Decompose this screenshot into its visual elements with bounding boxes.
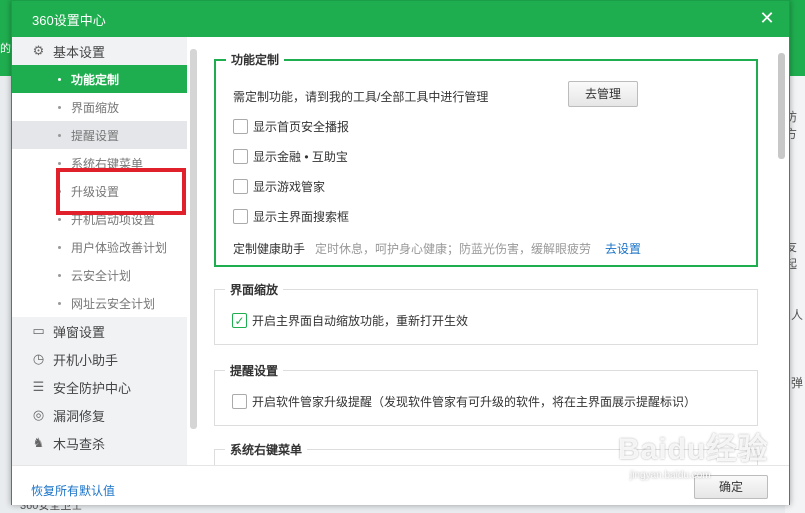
option-label: 显示游戏管家 — [253, 180, 326, 194]
sidebar-item-ux-plan[interactable]: 用户体验改善计划 — [12, 233, 187, 261]
health-row: 定制健康助手 定时休息，呵护身心健康；防蓝光伤害，缓解眼疲劳 去设置 — [233, 240, 641, 257]
func-desc: 需定制功能，请到我的工具/全部工具中进行管理 — [233, 88, 488, 105]
background-right-text: 弹 — [790, 376, 803, 390]
sidebar-item-label: 界面缩放 — [71, 100, 120, 115]
bullet-icon — [58, 217, 61, 221]
option-label: 开启主界面自动缩放功能，重新打开生效 — [252, 314, 469, 328]
sidebar-group-label: 漏洞修复 — [53, 408, 106, 424]
option-row[interactable]: ✓ 开启主界面自动缩放功能，重新打开生效 — [232, 312, 468, 329]
func-desc-text: 需定制功能，请到我的工具/全部工具中进行管理 — [233, 90, 489, 104]
checkbox[interactable] — [232, 394, 247, 409]
checkbox-checked[interactable]: ✓ — [232, 313, 247, 328]
sidebar-group-label: 弹窗设置 — [53, 324, 106, 340]
content-scrollbar[interactable] — [778, 53, 785, 159]
section-func-custom: 功能定制 需定制功能，请到我的工具/全部工具中进行管理 去管理 显示首页安全播报… — [214, 51, 758, 267]
highlight-box — [56, 168, 186, 215]
section-title: 提醒设置 — [230, 364, 279, 378]
option-row[interactable]: 开启软件管家升级提醒（发现软件管家有可升级的软件，将在主界面展示提醒标识） — [232, 393, 696, 410]
health-desc: 定时休息，呵护身心健康；防蓝光伤害，缓解眼疲劳 — [315, 242, 592, 256]
sidebar-group-label: 木马查杀 — [53, 436, 106, 452]
sidebar-group-vuln-fix[interactable]: ◎ 漏洞修复 — [12, 401, 187, 429]
bullet-icon — [58, 77, 61, 81]
sidebar-group-boot-helper[interactable]: ◷ 开机小助手 — [12, 345, 187, 373]
sidebar-item-cloud-security[interactable]: 云安全计划 — [12, 261, 187, 289]
health-label: 定制健康助手 — [233, 242, 306, 256]
manage-button[interactable]: 去管理 — [568, 81, 638, 107]
clock-icon: ◷ — [32, 351, 45, 366]
checkbox[interactable] — [233, 209, 248, 224]
bullet-icon — [58, 133, 61, 137]
checkbox[interactable] — [233, 179, 248, 194]
bullet-icon — [58, 105, 61, 109]
baidu-watermark: Baidu经验 — [618, 433, 769, 466]
sidebar-item-label: 提醒设置 — [71, 128, 120, 143]
option-row[interactable]: 显示首页安全播报 — [233, 118, 349, 135]
sidebar-item-label: 用户体验改善计划 — [71, 240, 168, 255]
section-zoom: 界面缩放 ✓ 开启主界面自动缩放功能，重新打开生效 — [214, 281, 758, 345]
option-label: 开启软件管家升级提醒（发现软件管家有可升级的软件，将在主界面展示提醒标识） — [252, 395, 697, 409]
sidebar-group-label: 安全防护中心 — [53, 380, 132, 396]
bullet-icon — [58, 273, 61, 277]
baidu-watermark-url: jingyan.baidu.com — [630, 470, 711, 481]
background-right-text: 人 — [790, 308, 803, 322]
sidebar-group-protection[interactable]: ☰ 安全防护中心 — [12, 373, 187, 401]
dialog-title: 360设置中心 — [32, 12, 106, 28]
checkbox[interactable] — [233, 149, 248, 164]
sidebar-scrollbar[interactable] — [190, 49, 197, 429]
sidebar-item-url-cloud[interactable]: 网址云安全计划 — [12, 289, 187, 317]
sidebar-item-zoom[interactable]: 界面缩放 — [12, 93, 187, 121]
bullet-icon — [58, 245, 61, 249]
option-label: 显示主界面搜索框 — [253, 210, 350, 224]
section-title: 功能定制 — [231, 53, 280, 67]
option-row[interactable]: 显示金融 • 互助宝 — [233, 148, 348, 165]
bullet-icon — [58, 301, 61, 305]
patch-icon: ◎ — [32, 407, 45, 422]
settings-sidebar: ⚙ 基本设置 功能定制 界面缩放 提醒设置 系统右键菜单 升级设置 开机启动项设… — [12, 37, 187, 465]
close-icon[interactable]: ✕ — [757, 8, 777, 28]
option-label: 显示金融 • 互助宝 — [253, 150, 348, 164]
section-remind: 提醒设置 开启软件管家升级提醒（发现软件管家有可升级的软件，将在主界面展示提醒标… — [214, 362, 758, 426]
gear-icon: ⚙ — [32, 43, 45, 58]
sidebar-group-popup[interactable]: ▭ 弹窗设置 — [12, 317, 187, 345]
sidebar-item-label: 网址云安全计划 — [71, 296, 156, 311]
shield-icon: ☰ — [32, 379, 45, 394]
sidebar-group-label: 基本设置 — [53, 44, 106, 60]
horse-icon: ♞ — [32, 435, 45, 450]
restore-defaults-link[interactable]: 恢复所有默认值 — [31, 482, 115, 499]
sidebar-item-remind[interactable]: 提醒设置 — [12, 121, 187, 149]
sidebar-group-trojan-scan[interactable]: ♞ 木马查杀 — [12, 429, 187, 457]
option-label: 显示首页安全播报 — [253, 120, 350, 134]
sidebar-item-label: 功能定制 — [71, 72, 120, 87]
settings-content: 功能定制 需定制功能，请到我的工具/全部工具中进行管理 去管理 显示首页安全播报… — [203, 37, 771, 465]
bullet-icon — [58, 161, 61, 165]
sidebar-item-func-custom[interactable]: 功能定制 — [12, 65, 187, 93]
window-icon: ▭ — [32, 323, 45, 338]
option-row[interactable]: 显示主界面搜索框 — [233, 208, 349, 225]
section-title: 系统右键菜单 — [230, 443, 303, 457]
dialog-titlebar[interactable]: 360设置中心 ✕ — [12, 1, 789, 37]
sidebar-group-basic[interactable]: ⚙ 基本设置 — [12, 37, 187, 65]
health-settings-link[interactable]: 去设置 — [605, 240, 641, 257]
section-title: 界面缩放 — [230, 283, 279, 297]
sidebar-group-label: 开机小助手 — [53, 352, 119, 368]
option-row[interactable]: 显示游戏管家 — [233, 178, 325, 195]
sidebar-item-label: 云安全计划 — [71, 268, 132, 283]
checkbox[interactable] — [233, 119, 248, 134]
